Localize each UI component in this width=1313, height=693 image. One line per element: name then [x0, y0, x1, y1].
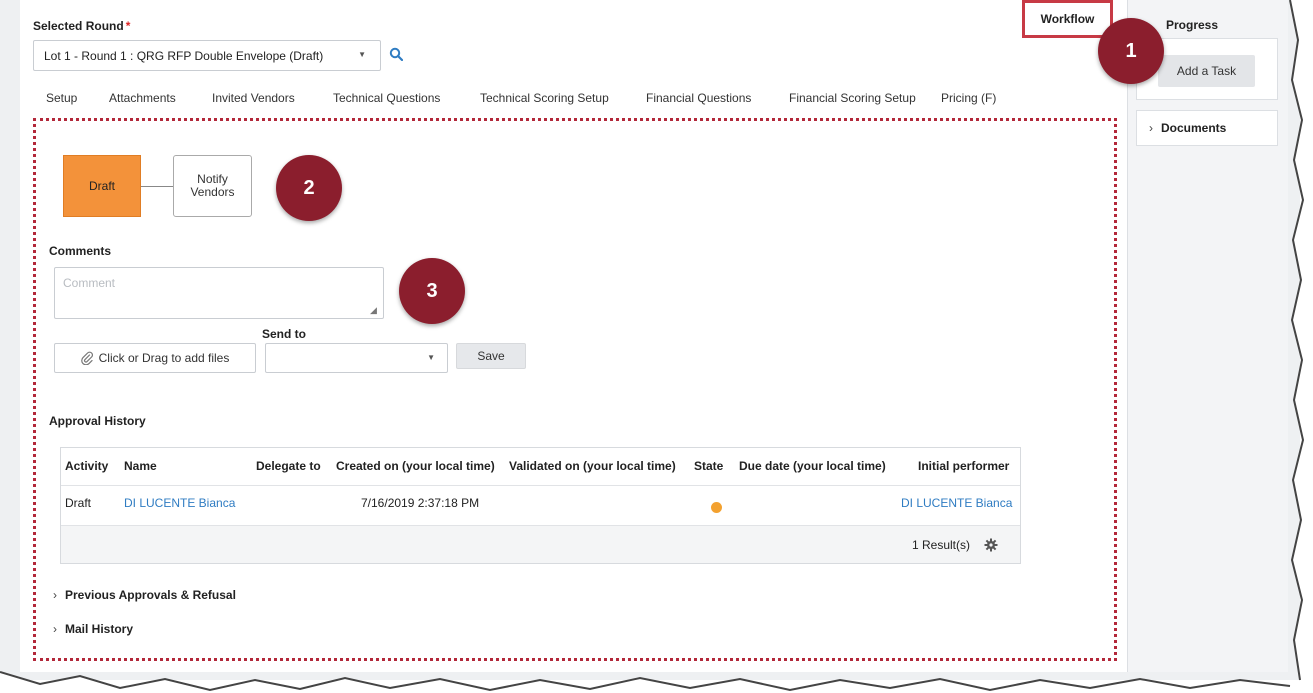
column-header[interactable]: Delegate to: [256, 459, 321, 473]
chevron-right-icon: ›: [53, 588, 57, 602]
round-select[interactable]: Lot 1 - Round 1 : QRG RFP Double Envelop…: [33, 40, 381, 71]
results-count: 1 Result(s): [911, 538, 970, 552]
tab-attachments[interactable]: Attachments: [109, 91, 176, 105]
state-indicator: [711, 502, 722, 513]
screenshot-frame: Selected Round * Lot 1 - Round 1 : QRG RF…: [0, 0, 1313, 693]
tab-technical-scoring-setup[interactable]: Technical Scoring Setup: [480, 91, 609, 105]
table-cell-initial-performer-link[interactable]: DI LUCENTE Bianca: [901, 496, 1012, 510]
comments-label: Comments: [49, 244, 112, 258]
table-cell-created-on: 7/16/2019 2:37:18 PM: [361, 496, 480, 510]
tab-technical-questions[interactable]: Technical Questions: [333, 91, 440, 105]
send-to-label: Send to: [262, 327, 306, 341]
mail-history-section[interactable]: › Mail History: [53, 622, 133, 636]
documents-label: Documents: [1161, 121, 1227, 135]
column-header[interactable]: Name: [124, 459, 157, 473]
mail-history-label: Mail History: [65, 622, 134, 636]
tab-workflow[interactable]: Workflow: [1022, 0, 1113, 38]
table-footer: 1 Result(s): [61, 525, 1020, 563]
chevron-right-icon: ›: [1149, 121, 1153, 135]
progress-title: Progress: [1166, 18, 1219, 32]
selected-round-label: Selected Round *: [33, 19, 130, 33]
workflow-step-notify-label-line2: Vendors: [190, 185, 235, 199]
column-header[interactable]: Due date (your local time): [739, 459, 886, 473]
tab-setup[interactable]: Setup: [46, 91, 77, 105]
callout-badge-3: 3: [399, 258, 465, 324]
previous-approvals-section[interactable]: › Previous Approvals & Refusal: [53, 588, 236, 602]
paperclip-icon: [80, 351, 93, 365]
tab-pricing-f[interactable]: Pricing (F): [941, 91, 996, 105]
workflow-step-draft-label: Draft: [88, 179, 115, 193]
tab-workflow-label: Workflow: [1040, 12, 1095, 26]
save-button[interactable]: Save: [456, 343, 526, 369]
callout-badge-2: 2: [276, 155, 342, 221]
previous-approvals-label: Previous Approvals & Refusal: [65, 588, 236, 602]
add-task-button[interactable]: Add a Task: [1158, 55, 1255, 87]
table-cell-activity: Draft: [65, 496, 92, 510]
comment-input[interactable]: [54, 267, 384, 319]
column-header[interactable]: Validated on (your local time): [509, 459, 676, 473]
tab-financial-scoring-setup[interactable]: Financial Scoring Setup: [789, 91, 916, 105]
header-divider: [61, 485, 1020, 486]
resize-grip-icon[interactable]: ◢: [370, 305, 377, 316]
column-header[interactable]: Created on (your local time): [336, 459, 495, 473]
required-marker: *: [125, 19, 131, 33]
tab-financial-questions[interactable]: Financial Questions: [646, 91, 751, 105]
tab-invited-vendors[interactable]: Invited Vendors: [212, 91, 295, 105]
workflow-step-draft[interactable]: Draft: [63, 155, 141, 217]
workflow-connector: [141, 186, 173, 187]
attach-files-button[interactable]: Click or Drag to add files: [54, 343, 256, 373]
chevron-down-icon: ▼: [358, 50, 366, 59]
approval-history-table: Activity Name Delegate to Created on (yo…: [60, 447, 1021, 564]
send-to-select[interactable]: ▼: [265, 343, 448, 373]
callout-badge-1: 1: [1098, 18, 1164, 84]
chevron-right-icon: ›: [53, 622, 57, 636]
column-header[interactable]: Activity: [65, 459, 108, 473]
selected-round-label-text: Selected Round: [33, 19, 124, 33]
column-header[interactable]: State: [694, 459, 723, 473]
tab-bar: Setup Attachments Invited Vendors Techni…: [33, 83, 1119, 117]
approval-history-label: Approval History: [49, 414, 146, 428]
workflow-step-notify-vendors[interactable]: Notify Vendors: [173, 155, 252, 217]
round-select-value: Lot 1 - Round 1 : QRG RFP Double Envelop…: [44, 48, 324, 63]
attach-files-label: Click or Drag to add files: [98, 351, 230, 365]
gear-icon[interactable]: [984, 538, 998, 552]
right-column: [1128, 0, 1288, 672]
column-header[interactable]: Initial performer: [918, 459, 1009, 473]
chevron-down-icon: ▼: [427, 353, 435, 362]
table-cell-name-link[interactable]: DI LUCENTE Bianca: [124, 496, 235, 510]
documents-section[interactable]: › Documents: [1136, 110, 1278, 146]
search-icon[interactable]: [389, 47, 403, 61]
